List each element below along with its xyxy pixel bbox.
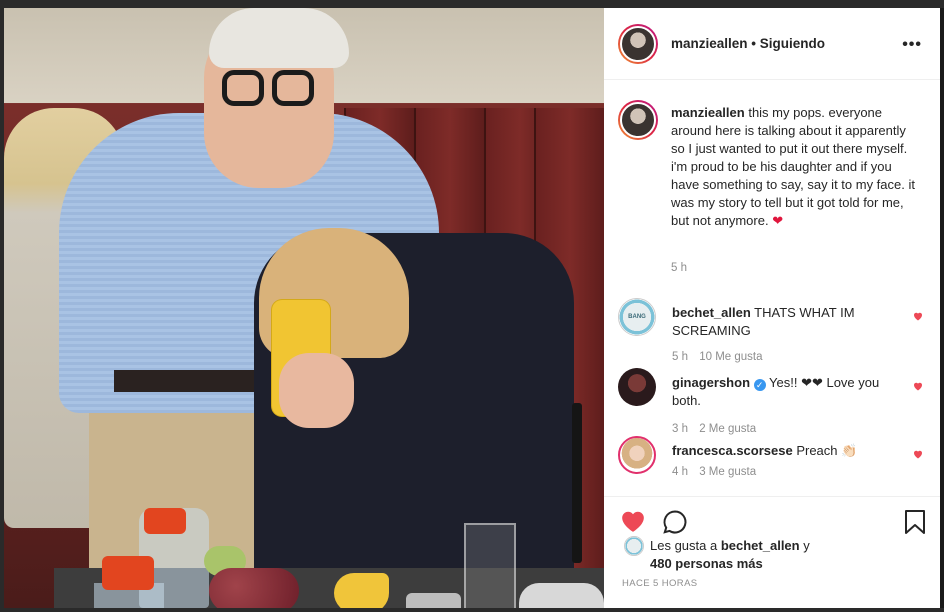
author-avatar[interactable] xyxy=(618,23,658,64)
comment-avatar[interactable] xyxy=(618,436,656,474)
likes-line: Les gusta a bechet_allen y xyxy=(650,536,810,555)
comment-avatar[interactable]: BANG xyxy=(618,298,656,336)
comment-item: ginagershon ✓ Yes!! ❤❤ Love you both. 3 … xyxy=(618,368,928,435)
caption-time[interactable]: 5 h xyxy=(671,262,687,274)
photo-bottle-cap xyxy=(102,556,154,590)
avatar-logo-text: BANG xyxy=(628,314,646,320)
comment-text: ginagershon ✓ Yes!! ❤❤ Love you both. xyxy=(672,374,897,410)
heart-icon[interactable] xyxy=(912,448,924,460)
photo-glasses xyxy=(222,70,317,108)
caption-heart-emoji: ❤ xyxy=(772,213,784,228)
comment-username[interactable]: bechet_allen xyxy=(672,305,751,320)
comment-likes[interactable]: 10 Me gusta xyxy=(699,351,762,363)
comment-time[interactable]: 4 h xyxy=(672,466,688,478)
liker-avatar[interactable] xyxy=(624,536,644,556)
photo-banana xyxy=(334,573,389,608)
comment-likes[interactable]: 3 Me gusta xyxy=(699,466,756,478)
photo-hand xyxy=(279,353,354,428)
heart-icon[interactable] xyxy=(912,310,924,322)
photo-man-hair xyxy=(209,8,349,68)
comment-text: francesca.scorsese Preach 👏🏻 xyxy=(672,442,897,460)
comment-item: francesca.scorsese Preach 👏🏻 4 h 3 Me gu… xyxy=(618,436,928,486)
action-bar xyxy=(604,496,940,536)
caption-body: this my pops. everyone around here is ta… xyxy=(671,105,915,228)
comment-body: Preach 👏🏻 xyxy=(796,443,858,458)
comment-username[interactable]: francesca.scorsese xyxy=(672,443,793,458)
post-sidebar: manzieallen • Siguiendo ••• manzieallen … xyxy=(604,8,940,608)
photo-clarinet xyxy=(572,403,582,563)
comment-icon[interactable] xyxy=(662,509,688,535)
comment-time[interactable]: 3 h xyxy=(672,423,688,435)
photo-bottle-cap xyxy=(144,508,186,534)
likes-prefix: Les gusta a xyxy=(650,538,718,553)
app-frame: manzieallen • Siguiendo ••• manzieallen … xyxy=(0,0,944,612)
comment-likes[interactable]: 2 Me gusta xyxy=(699,423,756,435)
post-photo[interactable] xyxy=(4,8,604,608)
comment-meta: 5 h 10 Me gusta xyxy=(672,351,771,363)
window-edge xyxy=(940,8,944,608)
more-horizontal-icon[interactable]: ••• xyxy=(902,36,922,54)
author-line: manzieallen • Siguiendo xyxy=(671,36,825,51)
comment-username[interactable]: ginagershon xyxy=(672,375,750,390)
author-username[interactable]: manzieallen xyxy=(671,36,748,51)
comment-time[interactable]: 5 h xyxy=(672,351,688,363)
comment-meta: 4 h 3 Me gusta xyxy=(672,466,764,478)
post-timestamp[interactable]: HACE 5 HORAS xyxy=(622,578,698,589)
heart-icon[interactable] xyxy=(912,380,924,392)
comment-meta: 3 h 2 Me gusta xyxy=(672,423,764,435)
photo-man-belt xyxy=(114,370,264,392)
caption-username[interactable]: manzieallen xyxy=(671,105,745,120)
verified-badge-icon: ✓ xyxy=(753,379,766,391)
photo-glass xyxy=(464,523,516,608)
likes-suffix: y xyxy=(803,538,810,553)
header-separator: • xyxy=(751,36,757,51)
caption-avatar[interactable] xyxy=(618,100,658,140)
heart-filled-icon[interactable] xyxy=(620,509,646,533)
bookmark-icon[interactable] xyxy=(904,509,926,535)
likes-others-count[interactable]: 480 personas más xyxy=(650,556,763,571)
comment-text: bechet_allen THATS WHAT IM SCREAMING xyxy=(672,304,897,340)
follow-status[interactable]: Siguiendo xyxy=(760,36,825,51)
photo-pot xyxy=(519,583,604,608)
photo-can xyxy=(406,593,461,608)
photo-red-grapes xyxy=(209,568,299,608)
post-header: manzieallen • Siguiendo ••• xyxy=(604,8,940,80)
likes-user[interactable]: bechet_allen xyxy=(721,538,800,553)
comment-avatar[interactable] xyxy=(618,368,656,406)
likes-others[interactable]: 480 personas más xyxy=(650,554,763,573)
caption-text: manzieallen this my pops. everyone aroun… xyxy=(671,104,916,230)
comment-item: BANG bechet_allen THATS WHAT IM SCREAMIN… xyxy=(618,298,928,363)
